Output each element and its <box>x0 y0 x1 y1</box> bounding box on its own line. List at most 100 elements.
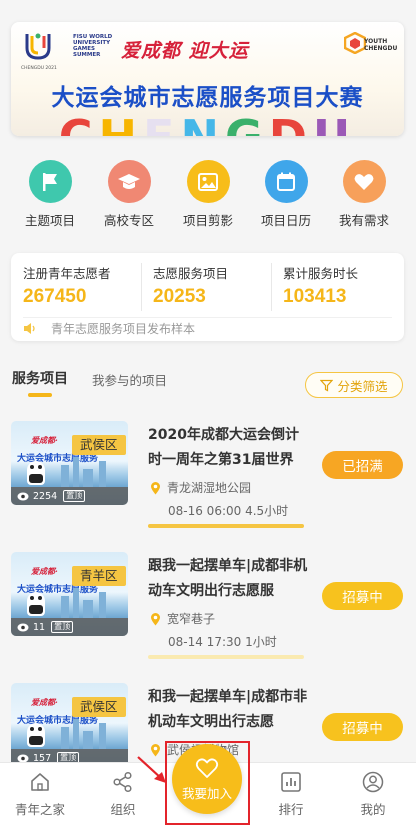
quick-link-label: 主题项目 <box>24 213 75 228</box>
ranking-icon <box>256 769 326 795</box>
banner-chengdu-letters: CHENGDU <box>11 114 404 136</box>
highlight-box <box>165 741 250 825</box>
promo-banner[interactable]: FISU WORLD UNIVERSITY GAMES SUMMER CHENG… <box>11 22 404 136</box>
heart-icon <box>342 160 386 203</box>
project-card[interactable]: 爱成都· 大运会城市志愿服务 2254 置顶 武侯区 2020年成都大运会倒计时… <box>0 421 416 541</box>
tab-profile[interactable]: 我的 <box>338 769 408 818</box>
stat-volunteers: 注册青年志愿者 267450 <box>23 263 111 308</box>
quick-link-label: 高校专区 <box>103 213 154 228</box>
district-badge: 武侯区 <box>72 697 126 717</box>
notice-bar[interactable]: 青年志愿服务项目发布样本 <box>23 317 392 337</box>
stats-card: 注册青年志愿者 267450 志愿服务项目 20253 累计服务时长 10341… <box>11 253 404 341</box>
district-badge: 青羊区 <box>72 566 126 586</box>
quick-link-label: 项目剪影 <box>182 213 233 228</box>
project-card[interactable]: 爱成都· 大运会城市志愿服务 11 置顶 青羊区 跟我一起摆单车|成都非机动车文… <box>0 552 416 672</box>
flag-icon <box>28 160 72 203</box>
stat-label: 注册青年志愿者 <box>23 266 111 281</box>
filter-icon <box>320 379 334 391</box>
banner-slogan: 爱成都 迎大运 <box>121 40 249 62</box>
user-icon <box>338 769 408 795</box>
pinned-badge: 置顶 <box>63 490 86 502</box>
panda-mascot-icon <box>27 461 45 485</box>
banner-letter: U <box>313 114 356 136</box>
tab-service-projects[interactable]: 服务项目 <box>12 368 68 388</box>
project-title: 2020年成都大运会倒计时一周年之第31届世界 <box>148 427 299 468</box>
tab-label: 我的 <box>360 802 386 817</box>
banner-letter: E <box>143 114 180 136</box>
quick-link-theme-projects[interactable]: 主题项目 <box>15 160 85 229</box>
thumb-slogan: 爱成都· <box>31 697 58 707</box>
status-button[interactable]: 招募中 <box>322 713 403 741</box>
filter-label: 分类筛选 <box>337 378 388 394</box>
stat-hours: 累计服务时长 103413 <box>283 263 358 308</box>
banner-letter: C <box>59 114 99 136</box>
project-thumbnail: 爱成都· 大运会城市志愿服务 11 置顶 <box>11 552 128 636</box>
quick-link-needs[interactable]: 我有需求 <box>329 160 399 229</box>
youth-text: YOUTH CHENGDU <box>364 38 398 52</box>
location-pin-icon <box>151 481 160 494</box>
notice-text: 青年志愿服务项目发布样本 <box>51 322 196 336</box>
tab-my-projects[interactable]: 我参与的项目 <box>92 370 167 389</box>
location-text: 宽窄巷子 <box>167 612 216 626</box>
stat-label: 志愿服务项目 <box>153 266 229 281</box>
calendar-icon <box>264 160 308 203</box>
graduation-cap-icon <box>107 160 151 203</box>
project-time: 08-16 06:00 4.5小时 <box>168 504 289 518</box>
thumb-slogan: 爱成都· <box>31 435 58 445</box>
speaker-icon <box>24 323 35 334</box>
tab-label: 组织 <box>110 802 136 817</box>
red-arrow-icon <box>137 756 166 783</box>
tab-label: 青年之家 <box>14 802 65 817</box>
stat-value: 103413 <box>283 286 347 307</box>
status-button[interactable]: 已招满 <box>322 451 403 479</box>
youth-logo-icon <box>344 32 366 54</box>
stat-label: 累计服务时长 <box>283 266 359 281</box>
banner-title: 大运会城市志愿服务项目大赛 <box>51 85 364 111</box>
view-count: 2254 <box>33 490 58 502</box>
thumb-slogan: 爱成都· <box>31 566 58 576</box>
project-location: 宽窄巷子 <box>150 610 215 627</box>
stat-divider <box>271 263 272 311</box>
project-title: 跟我一起摆单车|成都非机动车文明出行志愿服 <box>148 558 308 599</box>
quick-link-label: 我有需求 <box>338 213 389 228</box>
stat-value: 267450 <box>23 286 87 307</box>
view-count: 11 <box>33 621 46 633</box>
location-text: 青龙湖湿地公园 <box>167 481 252 495</box>
location-pin-icon <box>151 612 160 625</box>
eye-icon <box>17 492 29 500</box>
banner-letter: N <box>180 114 225 136</box>
universiade-logo-icon <box>25 33 51 60</box>
district-badge: 武侯区 <box>72 435 126 455</box>
quick-link-calendar[interactable]: 项目日历 <box>251 160 321 229</box>
project-tabs: 服务项目 我参与的项目 分类筛选 <box>0 360 416 404</box>
quick-links: 主题项目 高校专区 项目剪影 项目日历 我有需求 <box>0 150 416 230</box>
project-time: 08-14 17:30 1小时 <box>168 635 277 649</box>
picture-icon <box>186 160 230 203</box>
eye-icon <box>17 623 29 631</box>
banner-letter: D <box>269 114 313 136</box>
project-progress-bar <box>148 524 304 528</box>
project-location: 青龙湖湿地公园 <box>150 479 251 496</box>
project-thumbnail: 爱成都· 大运会城市志愿服务 2254 置顶 <box>11 421 128 505</box>
quick-link-label: 项目日历 <box>260 213 311 228</box>
status-button[interactable]: 招募中 <box>322 582 403 610</box>
panda-mascot-icon <box>27 723 45 747</box>
filter-button[interactable]: 分类筛选 <box>305 372 403 398</box>
tab-label: 排行 <box>278 802 304 817</box>
tab-ranking[interactable]: 排行 <box>256 769 326 818</box>
stat-projects: 志愿服务项目 20253 <box>153 263 228 308</box>
tab-youth-home[interactable]: 青年之家 <box>5 769 75 818</box>
project-progress-bar <box>148 655 304 659</box>
tab-active-indicator <box>28 393 52 397</box>
banner-letter: H <box>99 114 144 136</box>
home-icon <box>5 769 75 795</box>
quick-link-university[interactable]: 高校专区 <box>94 160 164 229</box>
project-thumbnail: 爱成都· 大运会城市志愿服务 157 置顶 <box>11 683 128 767</box>
city-label: CHENGDU 2021 <box>21 66 57 71</box>
stat-divider <box>141 263 142 311</box>
quick-link-gallery[interactable]: 项目剪影 <box>173 160 243 229</box>
fisu-text: FISU WORLD UNIVERSITY GAMES SUMMER <box>73 34 113 58</box>
panda-mascot-icon <box>27 592 45 616</box>
banner-letter: G <box>225 114 269 136</box>
stat-value: 20253 <box>153 286 206 307</box>
